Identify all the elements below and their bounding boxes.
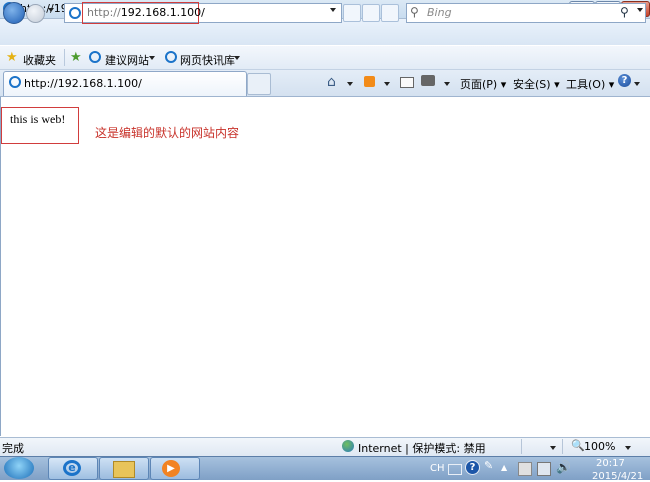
safety-menu[interactable]: 安全(S) ▾ [513, 76, 560, 92]
forward-button[interactable] [26, 4, 45, 23]
volume-icon[interactable]: 🔊 [556, 460, 571, 474]
ie-icon: e [63, 460, 81, 476]
pen-icon[interactable]: ✎ [484, 459, 493, 472]
web-slice-gallery-icon [165, 51, 177, 63]
page-body-text: this is web! [10, 112, 66, 126]
address-text[interactable]: http://192.168.1.100/ [87, 6, 205, 19]
new-tab-button[interactable] [247, 73, 271, 95]
status-text: 完成 [2, 442, 24, 455]
web-slice-gallery-link[interactable]: 网页快讯库 [180, 52, 235, 68]
favorites-button[interactable]: 收藏夹 [23, 52, 56, 68]
tools-menu-label: 工具(O) [566, 78, 606, 91]
search-icon: ⚲ [410, 5, 419, 19]
page-content [0, 97, 650, 436]
protected-mode-dropdown-icon[interactable] [550, 446, 556, 450]
show-hidden-icons-icon[interactable]: ▲ [501, 463, 507, 472]
read-mail-icon[interactable] [400, 77, 414, 88]
suggested-sites-icon [89, 51, 101, 63]
internet-zone-icon [342, 440, 354, 452]
search-options-dropdown-icon[interactable] [637, 8, 643, 12]
clock-date[interactable]: 2015/4/21 [592, 471, 643, 482]
print-dropdown-icon[interactable] [444, 82, 450, 86]
page-menu[interactable]: 页面(P) ▾ [460, 76, 506, 92]
suggested-sites-dropdown-icon[interactable] [149, 56, 155, 60]
tab-label[interactable]: http://192.168.1.100/ [24, 77, 142, 90]
network-icon[interactable] [537, 462, 551, 476]
web-slice-gallery-dropdown-icon[interactable] [234, 56, 240, 60]
favorites-star-icon[interactable]: ★ [6, 50, 18, 65]
favorites-divider [64, 49, 65, 66]
action-center-icon[interactable] [518, 462, 532, 476]
security-zone-text[interactable]: Internet | 保护模式: 禁用 [358, 440, 486, 456]
compatibility-view-button[interactable] [343, 4, 361, 22]
stop-button[interactable] [381, 4, 399, 22]
back-button[interactable] [3, 2, 25, 24]
media-player-icon: ▶ [162, 460, 180, 477]
help-dropdown-icon[interactable] [634, 82, 640, 86]
suggested-sites-link[interactable]: 建议网站 [105, 52, 149, 68]
clock-time[interactable]: 20:17 [596, 458, 625, 469]
zoom-level[interactable]: 100% [584, 440, 615, 453]
search-placeholder[interactable]: Bing [427, 6, 452, 19]
address-host: 192.168.1.100/ [120, 6, 205, 19]
language-indicator[interactable]: CH [430, 463, 445, 474]
start-button[interactable] [4, 457, 34, 479]
add-to-favorites-icon[interactable]: ★ [70, 50, 82, 65]
address-protocol: http:// [87, 6, 121, 19]
tools-menu[interactable]: 工具(O) ▾ [566, 76, 614, 92]
search-go-icon[interactable]: ⚲ [620, 5, 629, 19]
tray-help-icon[interactable]: ? [465, 460, 480, 475]
tab-page-icon [9, 76, 21, 88]
feeds-icon[interactable] [364, 76, 375, 87]
home-dropdown-icon[interactable] [347, 82, 353, 86]
zoom-icon[interactable]: 🔍 [571, 439, 585, 452]
recent-pages-dropdown-icon[interactable] [48, 8, 54, 12]
page-icon [69, 7, 81, 19]
keyboard-icon[interactable] [448, 464, 462, 475]
help-icon[interactable]: ? [618, 74, 631, 87]
address-dropdown-icon[interactable] [330, 8, 336, 12]
refresh-button[interactable] [362, 4, 380, 22]
print-icon[interactable] [421, 75, 435, 86]
status-divider [521, 439, 522, 454]
safety-menu-label: 安全(S) [513, 78, 551, 91]
page-menu-label: 页面(P) [460, 78, 498, 91]
folder-icon [113, 461, 135, 478]
feeds-dropdown-icon[interactable] [384, 82, 390, 86]
annotation-note: 这是编辑的默认的网站内容 [95, 126, 240, 140]
zoom-dropdown-icon[interactable] [625, 446, 631, 450]
home-icon[interactable]: ⌂ [327, 74, 336, 90]
status-divider [562, 439, 563, 454]
